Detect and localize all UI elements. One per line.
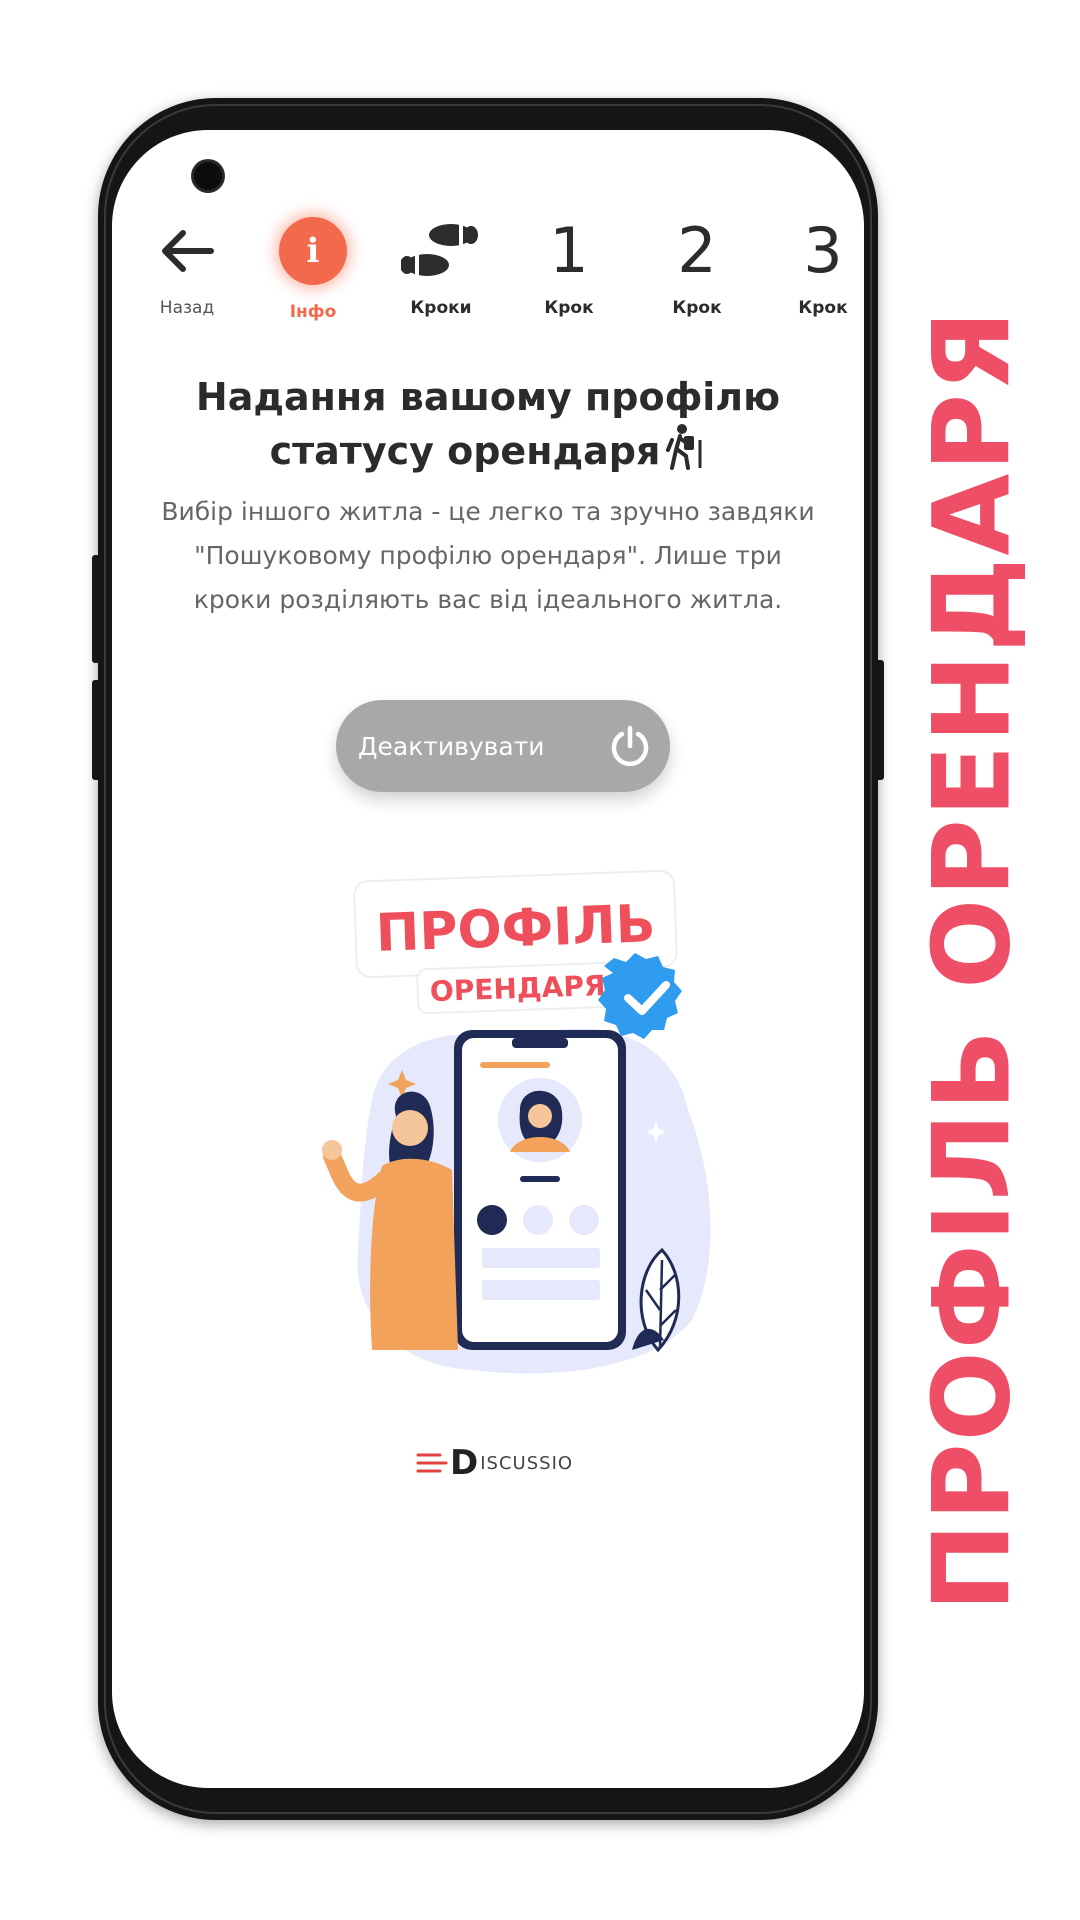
tab-info-label: Інфо [289,302,337,322]
app-screen: Назад i Інфо Кроки 1 Крок 2 Крок 3 Крок … [112,130,864,1788]
tab-info[interactable]: i Інфо [258,210,368,330]
tab-step-1-label: Крок [544,298,594,318]
tab-step-1[interactable]: 1 Крок [514,210,624,330]
hiker-icon [666,424,702,470]
tab-step-2[interactable]: 2 Крок [642,210,752,330]
tab-step-2-label: Крок [672,298,722,318]
tab-steps-label: Кроки [410,298,472,318]
step-2-number: 2 [677,214,717,287]
page-title-line-1: Надання вашому профілю [195,375,781,419]
page-title-line-2: статусу орендаря [269,429,661,473]
badge-line-1: ПРОФІЛЬ [375,894,657,964]
page-description: Вибір іншого житла - це легко та зручно … [161,497,815,614]
phone-frame: Назад i Інфо Кроки 1 Крок 2 Крок 3 Крок … [98,98,878,1820]
logo-lines-icon [416,1453,448,1473]
page-title: Надання вашому профілю статусу орендаря [142,370,834,478]
step-3-number: 3 [803,214,843,287]
back-label: Назад [159,298,215,318]
power-icon [611,725,649,767]
back-button[interactable]: Назад [132,210,242,330]
tenant-profile-illustration: ПРОФІЛЬ ОРЕНДАРЯ [322,870,711,1374]
deactivate-button[interactable]: Деактивувати [336,700,670,792]
step-1-number: 1 [549,214,589,287]
footprints-icon [401,224,478,277]
tab-step-3-label: Крок [798,298,848,318]
badge-line-2: ОРЕНДАРЯ [429,969,606,1008]
info-icon: i [279,217,347,285]
tab-step-3[interactable]: 3 Крок [768,210,864,330]
discussio-logo: D ISCUSSIO [416,1438,573,1488]
deactivate-label: Деактивувати [358,731,545,761]
side-title: ПРОФІЛЬ ОРЕНДАРЯ [911,308,1034,1611]
back-arrow-icon [162,230,214,272]
logo-text: ISCUSSIO [480,1452,574,1474]
side-title-text: ПРОФІЛЬ ОРЕНДАРЯ [910,308,1034,1612]
logo-letter-d: D [450,1443,479,1483]
front-camera [194,162,222,190]
tab-steps[interactable]: Кроки [386,210,496,330]
top-navigation: Назад i Інфо Кроки 1 Крок 2 Крок 3 Крок [138,210,848,330]
